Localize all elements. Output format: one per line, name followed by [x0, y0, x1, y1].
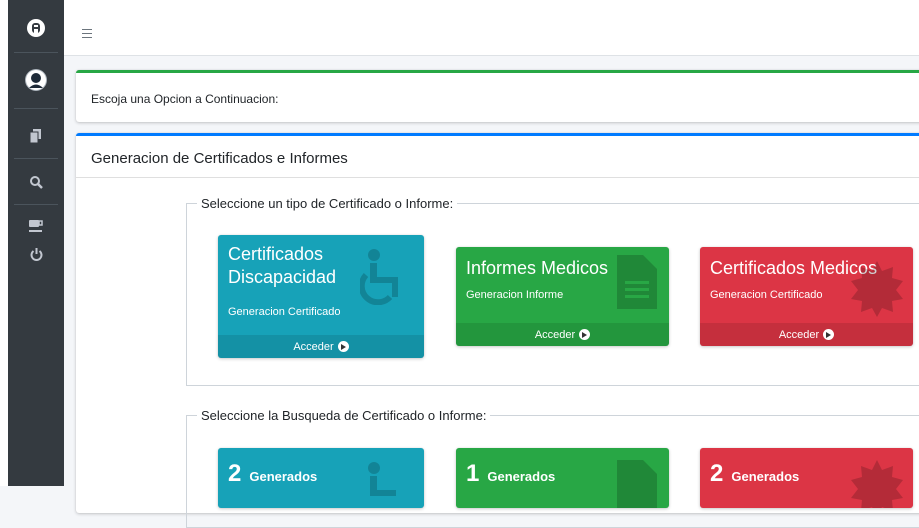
acceder-button[interactable]: Acceder: [700, 323, 913, 346]
search-legend: Seleccione la Busqueda de Certificado o …: [201, 408, 487, 423]
hamburger-icon[interactable]: [82, 23, 96, 43]
coffee-icon[interactable]: [8, 218, 64, 234]
arrow-circle-right-icon: [579, 329, 591, 340]
main-card-header: Generacion de Certificados e Informes: [76, 136, 919, 178]
main-card-title: Generacion de Certificados e Informes: [91, 150, 348, 167]
certificate-icon: [851, 261, 903, 317]
search-icon[interactable]: [8, 174, 64, 190]
certificados-discapacidad-box: Certificados Discapacidad Generacion Cer…: [218, 235, 424, 358]
top-navbar: [64, 10, 919, 56]
intro-text: Escoja una Opcion a Continuacion:: [91, 92, 279, 106]
box-subtitle: Generacion Certificado: [228, 306, 341, 318]
count-number: 2: [228, 460, 242, 487]
discapacidad-count-box[interactable]: 2 Generados: [218, 448, 424, 508]
wheelchair-icon: [368, 462, 396, 496]
sidebar: [8, 0, 64, 486]
count-number: 1: [466, 460, 480, 487]
count-label: Generados: [249, 469, 318, 484]
informes-count-box[interactable]: 1 Generados: [456, 448, 669, 508]
arrow-circle-right-icon: [337, 341, 349, 352]
certificate-icon: [851, 460, 903, 508]
acceder-button[interactable]: Acceder: [218, 335, 424, 358]
wheelchair-icon: [360, 249, 398, 305]
informes-medicos-box: Informes Medicos Generacion Informe Acce…: [456, 247, 669, 346]
power-icon[interactable]: [8, 246, 64, 262]
count-display: 1 Generados: [466, 460, 555, 488]
count-label: Generados: [731, 469, 800, 484]
topbar-strip: [64, 0, 919, 10]
count-number: 2: [710, 460, 724, 487]
box-title: Informes Medicos: [466, 258, 609, 278]
certificate-type-legend: Seleccione un tipo de Certificado o Info…: [201, 196, 454, 211]
box-subtitle: Generacion Certificado: [710, 289, 823, 301]
box-title: Certificados Discapacidad: [228, 244, 337, 287]
count-label: Generados: [487, 469, 556, 484]
file-icon: [617, 255, 657, 309]
main-card: Generacion de Certificados e Informes Se…: [76, 133, 919, 528]
logo-icon[interactable]: [8, 18, 64, 38]
page-left-edge: [0, 0, 8, 486]
acceder-button[interactable]: Acceder: [456, 323, 669, 346]
sidebar-separator: [14, 52, 58, 53]
sidebar-separator: [14, 108, 58, 109]
count-display: 2 Generados: [228, 460, 317, 488]
acceder-label: Acceder: [293, 340, 334, 353]
sidebar-separator: [14, 158, 58, 159]
acceder-label: Acceder: [534, 328, 576, 341]
arrow-circle-right-icon: [823, 329, 835, 340]
user-avatar-icon[interactable]: [8, 68, 64, 92]
count-display: 2 Generados: [710, 460, 799, 488]
acceder-label: Acceder: [778, 328, 820, 341]
intro-card: Escoja una Opcion a Continuacion:: [76, 70, 919, 122]
sidebar-separator: [14, 204, 58, 205]
certificados-medicos-box: Certificados Medicos Generacion Certific…: [700, 247, 913, 346]
certificados-count-box[interactable]: 2 Generados: [700, 448, 913, 508]
box-subtitle: Generacion Informe: [466, 289, 564, 301]
file-icon: [617, 460, 657, 508]
documents-icon[interactable]: [8, 128, 64, 144]
